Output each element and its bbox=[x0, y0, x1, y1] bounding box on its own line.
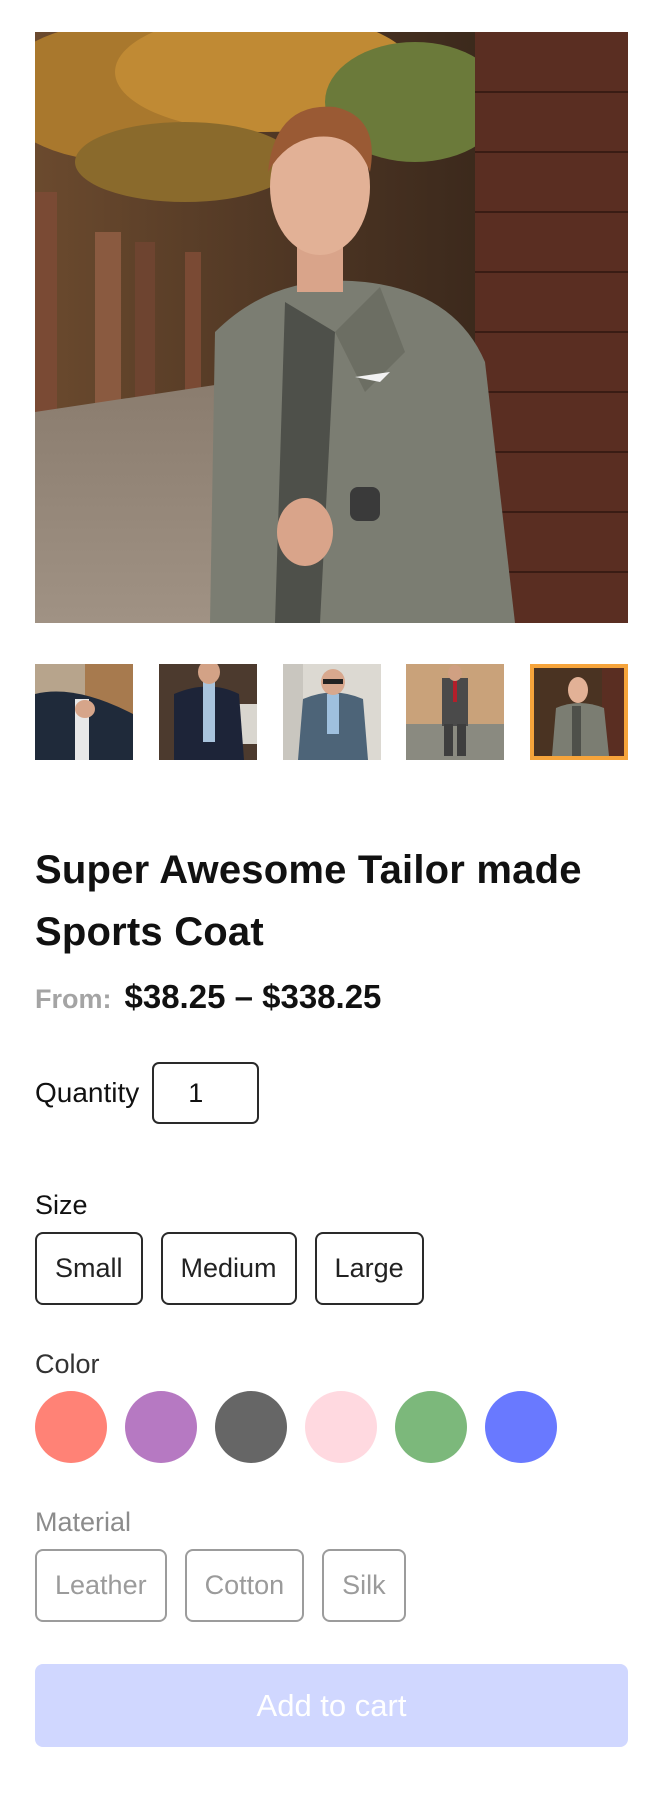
thumbnail-5[interactable] bbox=[530, 664, 628, 760]
material-label: Material bbox=[35, 1507, 132, 1537]
product-page: Super Awesome Tailor made Sports Coat Fr… bbox=[35, 32, 628, 1747]
thumbnail-4[interactable] bbox=[406, 664, 505, 760]
color-swatch-pink[interactable] bbox=[305, 1391, 377, 1463]
quantity-label: Quantity bbox=[35, 1077, 140, 1108]
thumbnail-strip bbox=[35, 664, 628, 760]
thumbnail-2[interactable] bbox=[158, 664, 257, 760]
color-swatch-purple[interactable] bbox=[125, 1391, 197, 1463]
color-swatch-grey[interactable] bbox=[215, 1391, 287, 1463]
man-in-blue-suit-sunglasses-photo-icon bbox=[282, 664, 381, 760]
size-option-medium[interactable]: Medium bbox=[160, 1232, 297, 1305]
material-option-cotton[interactable]: Cotton bbox=[184, 1549, 305, 1622]
man-in-grey-suit-field-photo-icon bbox=[406, 664, 505, 760]
thumbnail-3[interactable] bbox=[282, 664, 381, 760]
price-row: From: $38.25 – $338.25 bbox=[35, 978, 628, 1016]
add-to-cart-button[interactable]: Add to cart bbox=[35, 1664, 628, 1747]
size-option-small[interactable]: Small bbox=[35, 1232, 143, 1305]
main-product-image bbox=[35, 32, 628, 623]
size-option-large[interactable]: Large bbox=[314, 1232, 424, 1305]
color-swatch-green[interactable] bbox=[395, 1391, 467, 1463]
man-adjusting-navy-jacket-photo-icon bbox=[35, 664, 133, 760]
size-options: Small Medium Large bbox=[35, 1232, 628, 1305]
color-label: Color bbox=[35, 1349, 100, 1379]
man-in-grey-sports-coat-photo-icon bbox=[534, 668, 624, 756]
material-option-silk[interactable]: Silk bbox=[322, 1549, 406, 1622]
product-title: Super Awesome Tailor made Sports Coat bbox=[35, 848, 582, 954]
color-swatch-red[interactable] bbox=[35, 1391, 107, 1463]
price-from-label: From: bbox=[35, 984, 112, 1014]
color-swatch-blue[interactable] bbox=[485, 1391, 557, 1463]
quantity-row: Quantity bbox=[35, 1062, 628, 1124]
man-in-navy-suit-photo-icon bbox=[158, 664, 257, 760]
thumbnail-1[interactable] bbox=[35, 664, 133, 760]
material-options: Leather Cotton Silk bbox=[35, 1549, 628, 1622]
size-label: Size bbox=[35, 1190, 88, 1220]
price-range: $38.25 – $338.25 bbox=[124, 978, 382, 1015]
material-option-leather[interactable]: Leather bbox=[35, 1549, 167, 1622]
color-swatches bbox=[35, 1391, 628, 1463]
quantity-input[interactable] bbox=[152, 1062, 260, 1124]
